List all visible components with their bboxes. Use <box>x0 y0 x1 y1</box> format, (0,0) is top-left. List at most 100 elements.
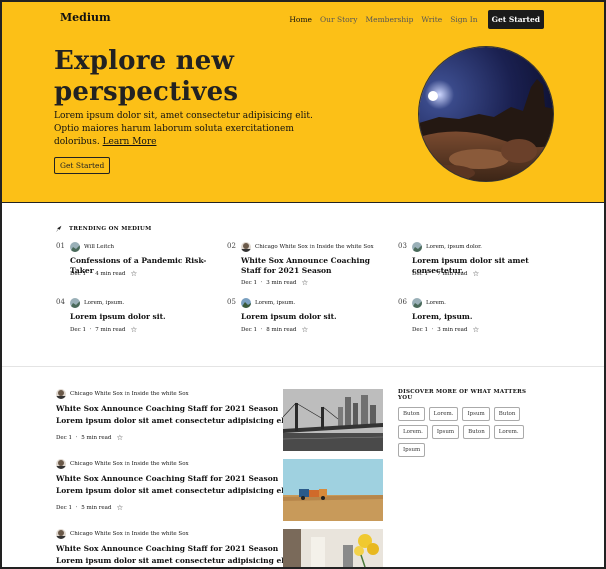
read-time: 7 min read <box>95 326 126 333</box>
nav-write-link[interactable]: Write <box>421 15 442 24</box>
nav-get-started-button[interactable]: Get Started <box>487 10 544 29</box>
trending-number: 02 <box>227 242 236 250</box>
discover-label: DISCOVER MORE OF WHAT MATTERS YOU <box>398 389 527 401</box>
article-title[interactable]: Lorem, ipsum. <box>412 312 562 322</box>
in-text: in <box>124 391 130 397</box>
avatar <box>241 242 251 252</box>
article-thumbnail[interactable] <box>283 459 383 521</box>
author-name[interactable]: Chicago White Sox <box>70 461 123 467</box>
nav-sign-in-link[interactable]: Sign In <box>450 15 477 24</box>
trending-item[interactable]: 01 Will Leitch Confessions of a Pandemic… <box>56 242 216 284</box>
article-meta: Dec 1 · 3 min read ☆ <box>241 278 309 287</box>
read-time: 8 min read <box>266 326 297 333</box>
bookmark-star-icon[interactable]: ☆ <box>301 278 308 287</box>
trending-item[interactable]: 02 Chicago White Sox in Inside the white… <box>227 242 387 288</box>
bookmark-star-icon[interactable]: ☆ <box>130 325 137 334</box>
read-time: 7 min read <box>437 270 468 277</box>
article-title[interactable]: White Sox Announce Coaching Staff for 20… <box>241 256 391 275</box>
hero-image <box>418 46 554 182</box>
hero-get-started-button[interactable]: Get Started <box>54 157 111 174</box>
trending-item[interactable]: 06 Lorem. Lorem, ipsum. Dec 1 · 3 min re… <box>398 298 558 338</box>
hero-text: Lorem ipsum dolor sit, amet consectetur … <box>54 110 314 149</box>
read-time: 3 min read <box>266 279 297 286</box>
discover-panel: DISCOVER MORE OF WHAT MATTERS YOU Buton … <box>398 389 538 461</box>
hero-description: Lorem ipsum dolor sit, amet consectetur … <box>54 111 313 147</box>
article-date: Dec 1 <box>412 326 428 333</box>
nav-home-link[interactable]: Home <box>289 15 312 24</box>
in-text: in <box>309 244 315 250</box>
publication-name[interactable]: Inside the white Sox <box>317 244 374 250</box>
article-date: Dec 1 <box>241 279 257 286</box>
author-line: Lorem. <box>412 298 446 308</box>
author-line: Lorem, ipsum dolor. <box>412 242 482 252</box>
hero-section: Medium Home Our Story Membership Write S… <box>2 2 604 203</box>
read-time: 4 min read <box>95 270 126 277</box>
learn-more-link[interactable]: Learn More <box>103 137 157 147</box>
bookmark-star-icon[interactable]: ☆ <box>116 433 123 442</box>
article-date: Dec 1 <box>70 270 86 277</box>
bookmark-star-icon[interactable]: ☆ <box>472 269 479 278</box>
trending-icon <box>55 225 62 233</box>
topic-tag[interactable]: Lorem. <box>398 425 428 439</box>
bookmark-star-icon[interactable]: ☆ <box>130 269 137 278</box>
feed-post[interactable]: Chicago White Sox in Inside the white So… <box>56 529 386 569</box>
article-meta: Dec 1 · 3 min read ☆ <box>412 325 480 334</box>
article-title[interactable]: Lorem ipsum dolor sit. <box>241 312 391 322</box>
avatar <box>412 298 422 308</box>
read-time: 3 min read <box>437 326 468 333</box>
trending-item[interactable]: 05 Lorem, ipsum. Lorem ipsum dolor sit. … <box>227 298 387 338</box>
section-divider <box>2 366 604 367</box>
author-name[interactable]: Chicago White Sox <box>70 531 123 537</box>
top-nav: Medium Home Our Story Membership Write S… <box>2 2 604 34</box>
nav-membership-link[interactable]: Membership <box>365 15 413 24</box>
trending-header: TRENDING ON MEDIUM <box>55 225 152 233</box>
bookmark-star-icon[interactable]: ☆ <box>116 503 123 512</box>
avatar <box>70 242 80 252</box>
article-thumbnail[interactable] <box>283 389 383 451</box>
author-name[interactable]: Chicago White Sox <box>255 244 308 250</box>
hero-title-line2: perspectives <box>54 77 239 107</box>
author-name[interactable]: Lorem, ipsum. <box>255 300 295 306</box>
article-date: Dec 1 <box>241 326 257 333</box>
article-meta: Dec 1 · 7 min read ☆ <box>70 325 138 334</box>
nav-our-story-link[interactable]: Our Story <box>320 15 357 24</box>
topic-tag[interactable]: Ipsum <box>462 407 490 421</box>
topic-tag[interactable]: Ipsum <box>431 425 460 439</box>
brand-logo[interactable]: Medium <box>60 11 111 24</box>
trending-item[interactable]: 04 Lorem, ipsum. Lorem ipsum dolor sit. … <box>56 298 216 338</box>
topic-tag[interactable]: Lorem. <box>428 407 459 421</box>
bookmark-star-icon[interactable]: ☆ <box>472 325 479 334</box>
topic-tag[interactable]: Buton <box>463 425 490 439</box>
author-name[interactable]: Lorem, ipsum dolor. <box>426 244 482 250</box>
publication-name[interactable]: Inside the white Sox <box>132 391 189 397</box>
article-title[interactable]: Lorem ipsum dolor sit. <box>70 312 220 322</box>
topic-tag[interactable]: Buton <box>398 407 425 421</box>
topic-tag[interactable]: Lorem. <box>493 425 524 439</box>
article-thumbnail[interactable] <box>283 529 383 567</box>
author-name[interactable]: Will Leitch <box>84 244 114 250</box>
bookmark-star-icon[interactable]: ☆ <box>301 325 308 334</box>
article-date: Dec 1 <box>70 326 86 333</box>
in-text: in <box>124 461 130 467</box>
topic-tag[interactable]: Ipsum <box>398 443 426 457</box>
article-meta: Dec 1 · 7 min read ☆ <box>412 269 480 278</box>
trending-item[interactable]: 03 Lorem, ipsum dolor. Lorem ipsum dolor… <box>398 242 558 284</box>
author-name[interactable]: Chicago White Sox <box>70 391 123 397</box>
feed-post[interactable]: Chicago White Sox in Inside the white So… <box>56 459 386 524</box>
publication-name[interactable]: Inside the white Sox <box>132 531 189 537</box>
trending-number: 03 <box>398 242 407 250</box>
publication-name[interactable]: Inside the white Sox <box>132 461 189 467</box>
feed-post[interactable]: Chicago White Sox in Inside the white So… <box>56 389 386 454</box>
avatar <box>412 242 422 252</box>
read-time: 5 min read <box>81 434 112 441</box>
topic-tag[interactable]: Buton <box>493 407 521 421</box>
trending-number: 05 <box>227 298 236 306</box>
author-name[interactable]: Lorem, ipsum. <box>84 300 124 306</box>
trending-label: TRENDING ON MEDIUM <box>69 226 152 232</box>
hero-title: Explore new perspectives <box>54 46 238 108</box>
article-meta: Dec 1 · 4 min read ☆ <box>70 269 138 278</box>
read-time: 5 min read <box>81 504 112 511</box>
avatar <box>70 298 80 308</box>
author-name[interactable]: Lorem. <box>426 300 446 306</box>
trending-number: 06 <box>398 298 407 306</box>
